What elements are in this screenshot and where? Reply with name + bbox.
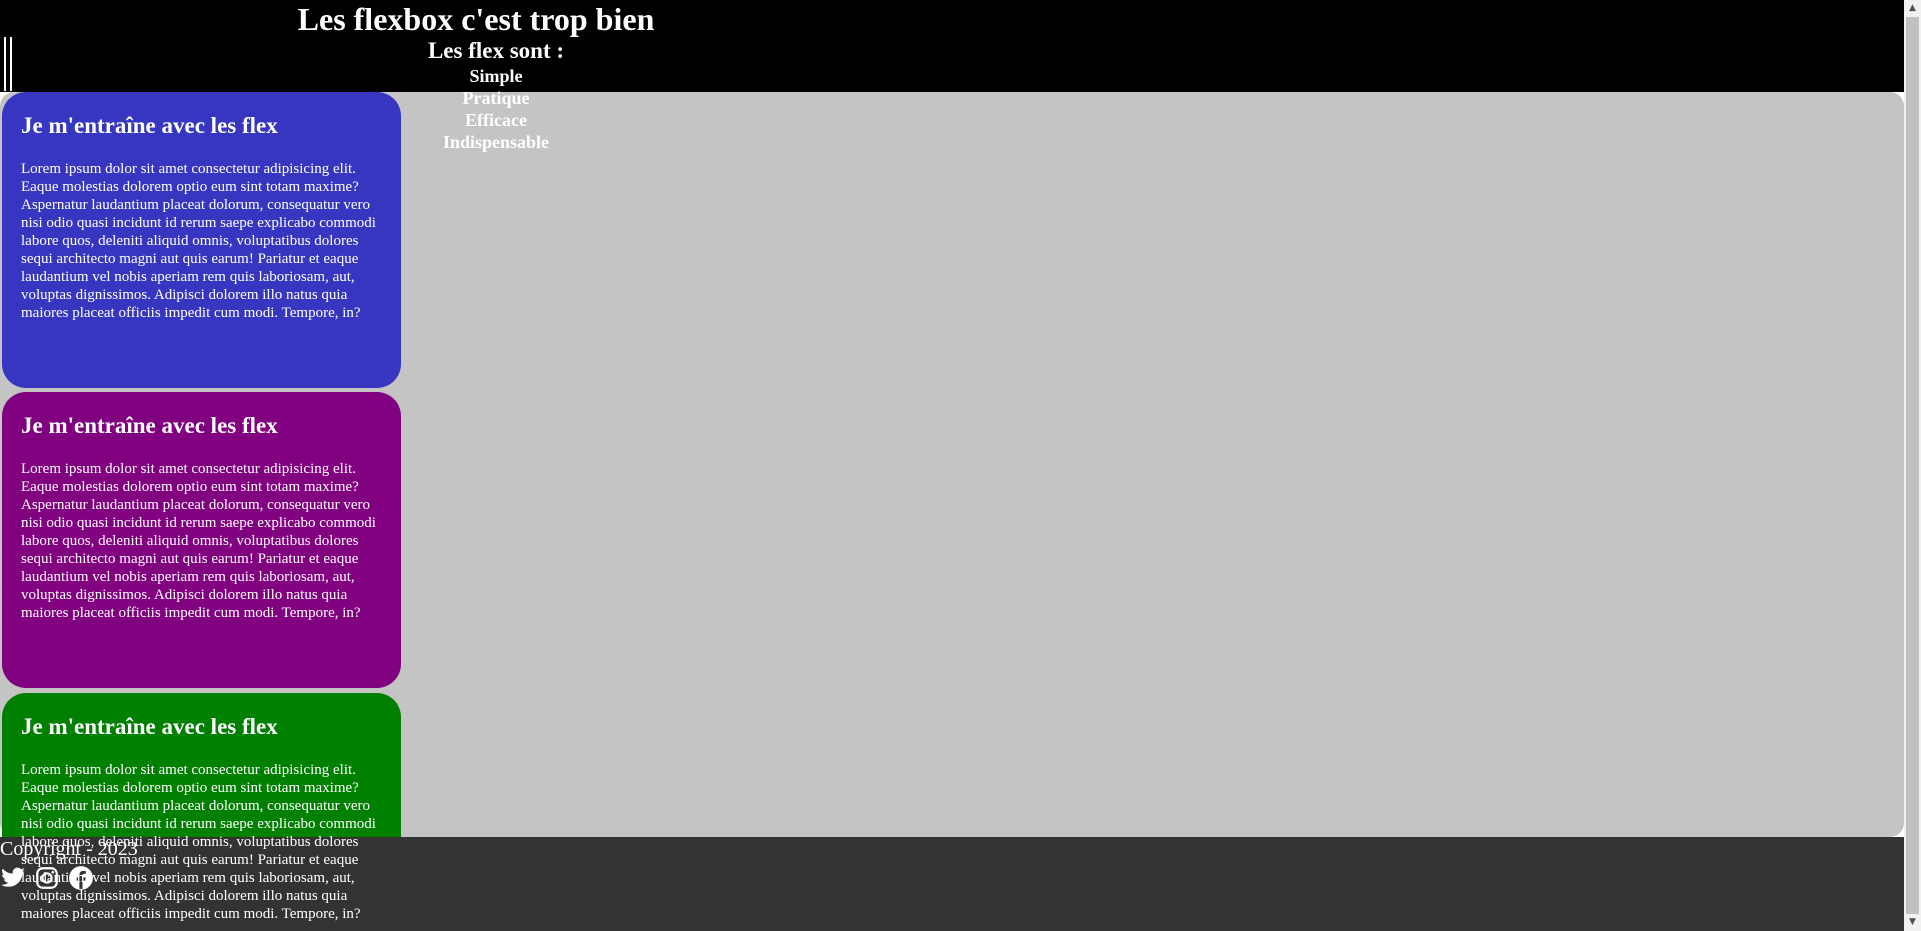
card-purple: Je m'entraîne avec les flex Lorem ipsum … — [2, 392, 401, 688]
card-text: Lorem ipsum dolor sit amet consectetur a… — [21, 762, 376, 922]
card-title: Je m'entraîne avec les flex — [21, 714, 278, 739]
nav-item-pratique[interactable]: Pratique — [396, 87, 596, 109]
scroll-up-arrow-icon[interactable]: ▲ — [1904, 0, 1921, 17]
card-blue: Je m'entraîne avec les flex Lorem ipsum … — [2, 92, 401, 388]
card-green: Je m'entraîne avec les flex Lorem ipsum … — [2, 693, 401, 931]
header-left-bar — [4, 37, 12, 91]
vertical-scrollbar[interactable]: ▲ ▼ — [1904, 0, 1921, 931]
scroll-down-arrow-icon[interactable]: ▼ — [1904, 914, 1921, 931]
nav-list: Les flex sont : Simple Pratique Efficace… — [396, 37, 596, 153]
card-text: Lorem ipsum dolor sit amet consectetur a… — [21, 161, 376, 321]
nav-item-indispensable[interactable]: Indispensable — [396, 131, 596, 153]
nav-item-simple[interactable]: Simple — [396, 65, 596, 87]
nav-heading: Les flex sont : — [427, 38, 565, 63]
card-title: Je m'entraîne avec les flex — [21, 113, 278, 138]
site-title: Les flexbox c'est trop bien — [297, 1, 655, 37]
site-header: Les flexbox c'est trop bien — [0, 0, 1904, 92]
nav-item-efficace[interactable]: Efficace — [396, 109, 596, 131]
card-text: Lorem ipsum dolor sit amet consectetur a… — [21, 461, 376, 621]
card-title: Je m'entraîne avec les flex — [21, 413, 278, 438]
scrollbar-thumb[interactable] — [1906, 17, 1919, 914]
